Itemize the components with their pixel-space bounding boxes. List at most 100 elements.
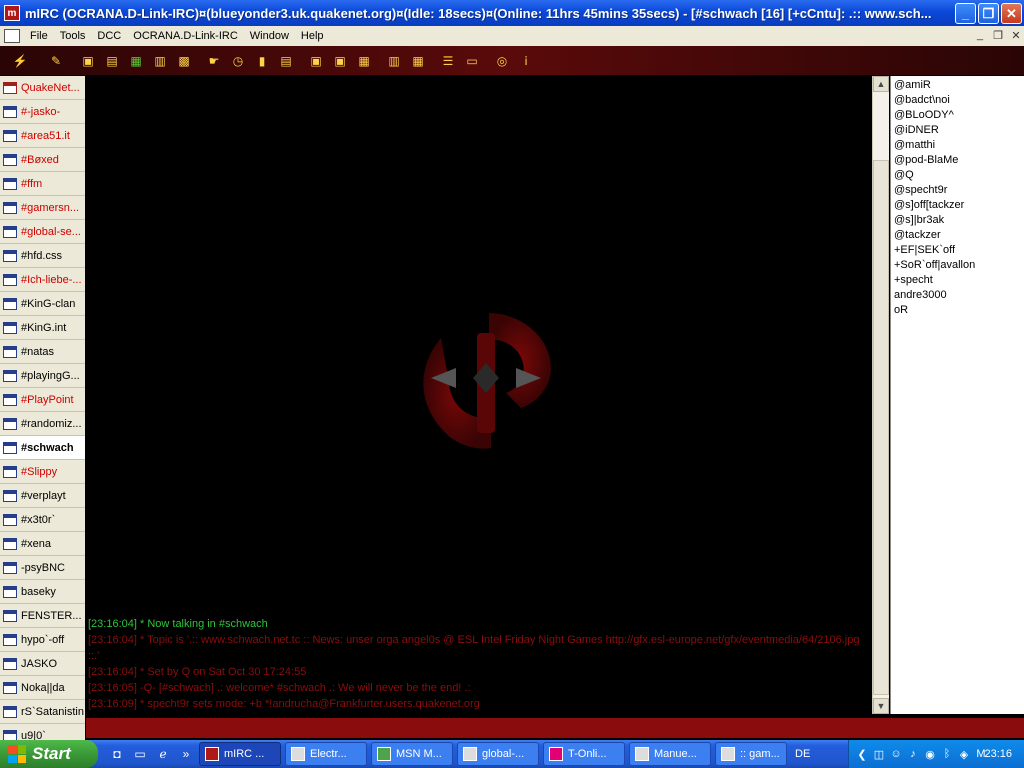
clock[interactable]: 23:16	[984, 748, 1012, 760]
tile-horizontal-icon[interactable]: ☰	[440, 53, 456, 69]
menu-tools[interactable]: Tools	[54, 30, 92, 42]
msn-tray-icon[interactable]: ☺	[889, 747, 903, 761]
switchbar-item[interactable]: #KinG-clan	[0, 292, 85, 316]
nick-item[interactable]: +SoR`off|avallon	[894, 258, 1024, 273]
minimize-button[interactable]: _	[955, 3, 976, 24]
chat-scrollbar[interactable]: ▲ ▼	[872, 76, 889, 714]
switchbar-item[interactable]: rS`Satanistin	[0, 700, 85, 724]
menu-help[interactable]: Help	[295, 30, 330, 42]
nick-item[interactable]: @badct\noi	[894, 93, 1024, 108]
close-button[interactable]: ✕	[1001, 3, 1022, 24]
switchbar-item[interactable]: #PlayPoint	[0, 388, 85, 412]
switchbar-item[interactable]: Noka||da	[0, 676, 85, 700]
switchbar-item[interactable]: -psyBNC	[0, 556, 85, 580]
tray-expand-icon[interactable]: ❮	[855, 747, 869, 761]
nick-item[interactable]: @pod-BlaMe	[894, 153, 1024, 168]
volume-icon[interactable]: ♪	[906, 747, 920, 761]
switchbar-item[interactable]: #Slippy	[0, 460, 85, 484]
nick-item[interactable]: @tackzer	[894, 228, 1024, 243]
tile-windows-icon[interactable]: ▥	[386, 53, 402, 69]
arrange-icons-icon[interactable]: ▭	[464, 53, 480, 69]
switchbar-item[interactable]: #schwach	[0, 436, 85, 460]
nick-item[interactable]: @iDNER	[894, 123, 1024, 138]
switchbar-item[interactable]: #verplayt	[0, 484, 85, 508]
cascade-windows-icon[interactable]: ▦	[410, 53, 426, 69]
switchbar-item[interactable]: #hfd.css	[0, 244, 85, 268]
switchbar-item[interactable]: FENSTER...	[0, 604, 85, 628]
send-file-icon[interactable]: ☛	[206, 53, 222, 69]
nick-item[interactable]: @matthi	[894, 138, 1024, 153]
menu-dcc[interactable]: DCC	[91, 30, 127, 42]
options-icon[interactable]: ✎	[48, 53, 64, 69]
nick-item[interactable]: @s]|br3ak	[894, 213, 1024, 228]
task-t-online[interactable]: T-Onli...	[543, 742, 625, 766]
dcc-send-icon[interactable]: ▣	[308, 53, 324, 69]
start-button[interactable]: Start	[0, 740, 98, 768]
channels-folder-icon[interactable]: ▥	[152, 53, 168, 69]
help-lifebuoy-icon[interactable]: ◎	[494, 53, 510, 69]
switchbar-item[interactable]: #natas	[0, 340, 85, 364]
switchbar-item[interactable]: #playingG...	[0, 364, 85, 388]
switchbar-item[interactable]: #KinG.int	[0, 316, 85, 340]
colors-icon[interactable]: ▩	[176, 53, 192, 69]
nick-item[interactable]: andre3000	[894, 288, 1024, 303]
switchbar-item[interactable]: #global-se...	[0, 220, 85, 244]
task-msn[interactable]: MSN M...	[371, 742, 453, 766]
task-games[interactable]: :: gam...	[715, 742, 787, 766]
title-bar[interactable]: m mIRC (OCRANA.D-Link-IRC)¤(blueyonder3.…	[0, 0, 1024, 26]
ie-quicklaunch-icon[interactable]: ℯ	[154, 745, 172, 763]
connect-icon[interactable]: ⚡	[12, 53, 28, 69]
nick-item[interactable]: @specht9r	[894, 183, 1024, 198]
channel-list-icon[interactable]: ▤	[104, 53, 120, 69]
switchbar-item[interactable]: #area51.it	[0, 124, 85, 148]
switchbar-item[interactable]: baseky	[0, 580, 85, 604]
nick-item[interactable]: +specht	[894, 273, 1024, 288]
scroll-down-icon[interactable]: ▼	[873, 698, 889, 714]
nick-item[interactable]: +EF|SEK`off	[894, 243, 1024, 258]
mirc-quicklaunch-icon[interactable]: ◘	[108, 745, 126, 763]
file-server-icon[interactable]: ▦	[356, 53, 372, 69]
about-icon[interactable]: ⅰ	[518, 53, 534, 69]
steam-icon[interactable]: ◉	[923, 747, 937, 761]
switchbar-item[interactable]: #-jasko-	[0, 100, 85, 124]
switchbar-item[interactable]: u9|0`	[0, 724, 85, 740]
script-editor-icon[interactable]: ▦	[128, 53, 144, 69]
switchbar-item[interactable]: hypo`-off	[0, 628, 85, 652]
task-mirc[interactable]: mIRC ...	[199, 742, 281, 766]
switchbar-item[interactable]: #randomiz...	[0, 412, 85, 436]
dcc-chat-icon[interactable]: ▣	[332, 53, 348, 69]
nick-item[interactable]: @Q	[894, 168, 1024, 183]
nick-item[interactable]: @BLoODY^	[894, 108, 1024, 123]
task-manuel[interactable]: Manue...	[629, 742, 711, 766]
task-electronic[interactable]: Electr...	[285, 742, 367, 766]
channel-window-icon[interactable]	[4, 29, 20, 43]
bluetooth-icon[interactable]: ᛒ	[940, 747, 954, 761]
message-input[interactable]	[86, 718, 1024, 738]
network-icon[interactable]: ◫	[872, 747, 886, 761]
url-list-icon[interactable]: ▤	[278, 53, 294, 69]
switchbar-item[interactable]: #ffm	[0, 172, 85, 196]
switchbar-item[interactable]: #Ich-liebe-...	[0, 268, 85, 292]
menu-ocrana[interactable]: OCRANA.D-Link-IRC	[127, 30, 244, 42]
menu-window[interactable]: Window	[244, 30, 295, 42]
scroll-up-icon[interactable]: ▲	[873, 76, 889, 92]
language-indicator[interactable]: DE	[795, 748, 810, 760]
message-editbox[interactable]	[86, 717, 1024, 738]
switchbar-item[interactable]: #Bøxed	[0, 148, 85, 172]
tray-app-icon[interactable]: ◈	[957, 747, 971, 761]
menu-file[interactable]: File	[24, 30, 54, 42]
mdi-close-button[interactable]: ✕	[1008, 28, 1024, 42]
scroll-thumb[interactable]	[873, 160, 889, 695]
nick-item[interactable]: @amiR	[894, 78, 1024, 93]
nick-item[interactable]: @s]off[tackzer	[894, 198, 1024, 213]
switchbar-item[interactable]: JASKO	[0, 652, 85, 676]
folder-quicklaunch-icon[interactable]: ▭	[131, 745, 149, 763]
maximize-button[interactable]: ❐	[978, 3, 999, 24]
mdi-restore-button[interactable]: ❐	[990, 28, 1006, 42]
mdi-minimize-button[interactable]: _	[972, 28, 988, 42]
timer-icon[interactable]: ◷	[230, 53, 246, 69]
quicklaunch-more-icon[interactable]: »	[177, 745, 195, 763]
chat-window[interactable]: [23:16:04] * Now talking in #schwach [23:…	[86, 76, 872, 714]
nick-item[interactable]: oR	[894, 303, 1024, 318]
switchbar-item[interactable]: #xena	[0, 532, 85, 556]
